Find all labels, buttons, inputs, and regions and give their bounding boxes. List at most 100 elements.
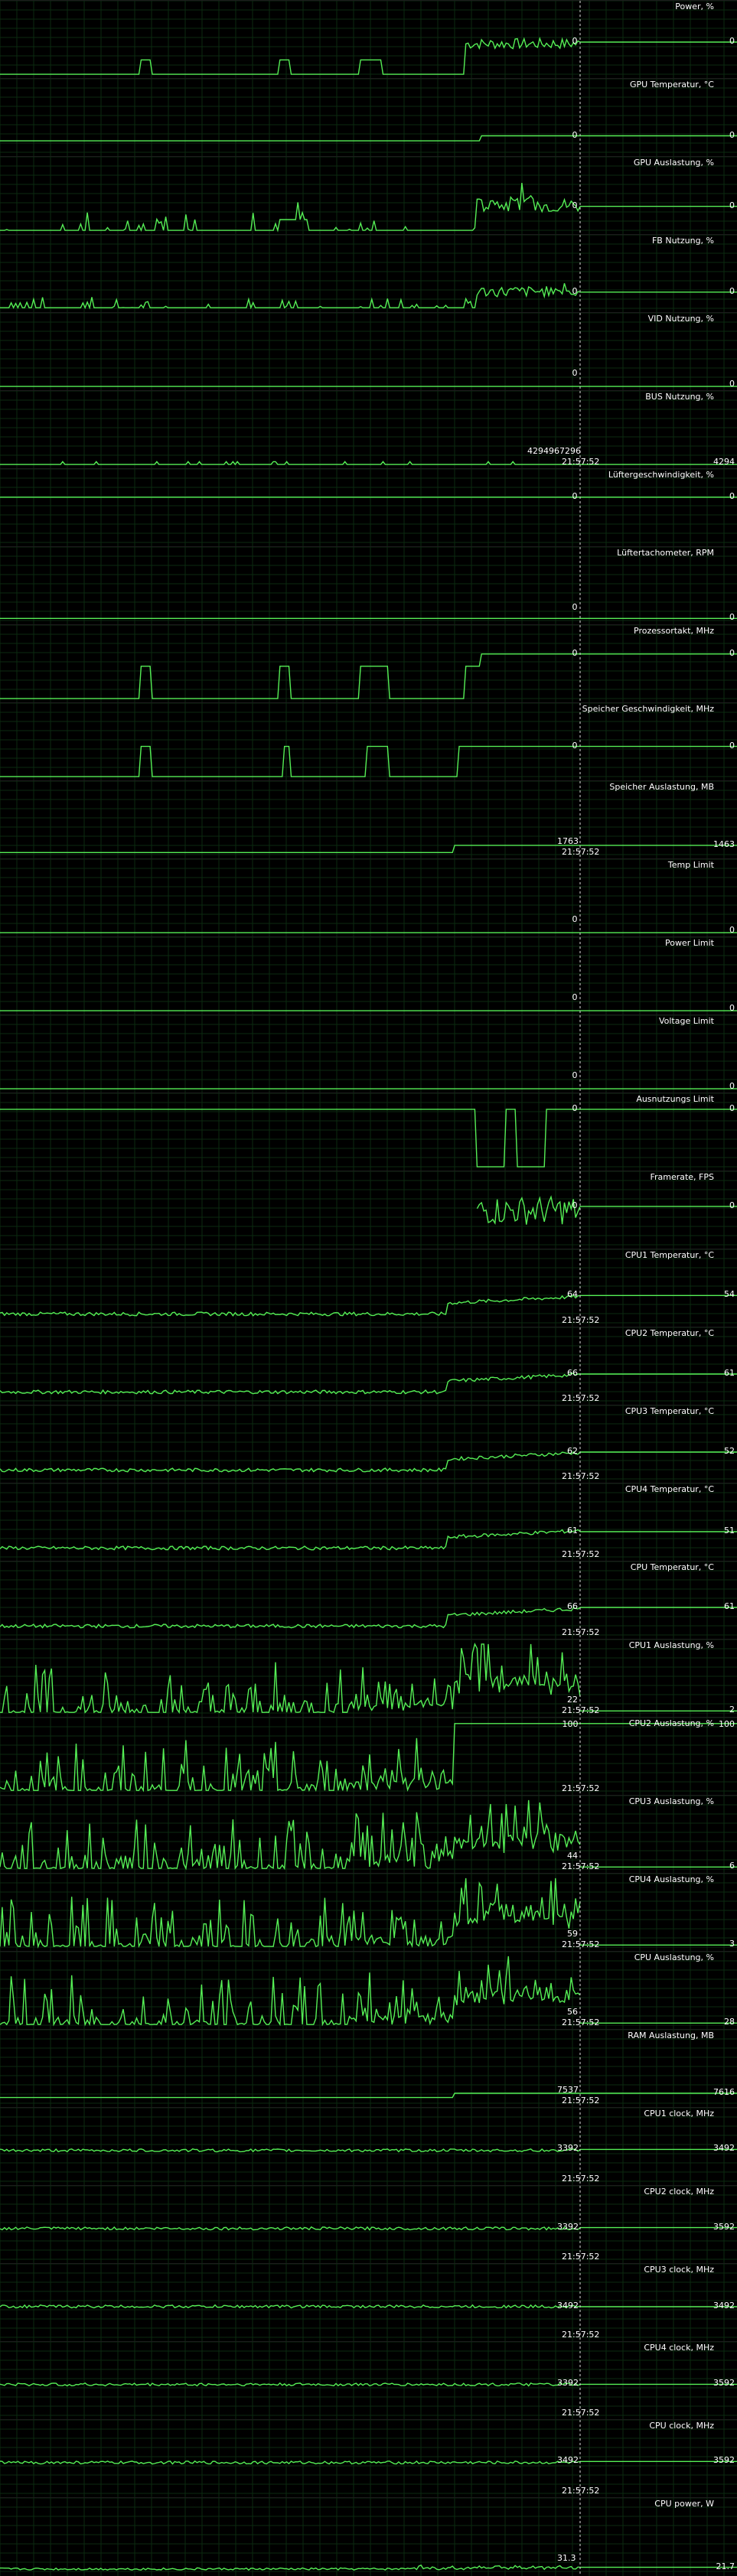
current-value: 6 xyxy=(729,1861,735,1871)
cursor-value: 3392 xyxy=(557,2143,579,2154)
graph-line xyxy=(0,135,580,142)
graph-title: Lüftergeschwindigkeit, % xyxy=(608,470,714,480)
graph-line xyxy=(0,745,580,777)
cursor-value: 0 xyxy=(572,200,578,210)
graph-title: FB Nutzung, % xyxy=(651,236,714,246)
graph-title: CPU power, W xyxy=(654,2499,714,2509)
graph-panel: CPU1 Auslastung, % 22 2 21:57:52 xyxy=(0,1639,737,1718)
cursor-value: 66 xyxy=(567,1368,578,1379)
graph-panel: FB Nutzung, % 0 0 xyxy=(0,234,737,313)
cursor-value: 0 xyxy=(572,36,578,46)
graph-panel: Power, % 0 0 xyxy=(0,0,737,79)
cursor-value: 0 xyxy=(572,602,578,612)
graph-plot xyxy=(0,1171,737,1249)
current-value: 0 xyxy=(729,285,735,296)
current-value: 1463 xyxy=(713,839,735,849)
graph-line xyxy=(0,283,581,310)
graph-line xyxy=(0,653,580,699)
current-value: 52 xyxy=(724,1446,735,1457)
current-value: 54 xyxy=(724,1289,735,1300)
graph-plot xyxy=(0,235,737,313)
cursor-timestamp: 21:57:52 xyxy=(562,2096,600,2105)
graph-panel: CPU4 Auslastung, % 59 3 21:57:52 xyxy=(0,1873,737,1952)
graph-line xyxy=(0,2460,581,2465)
graph-line xyxy=(0,2148,581,2153)
graph-line xyxy=(0,36,581,75)
graph-plot xyxy=(0,1,737,79)
current-value: 4294 xyxy=(713,457,735,467)
graph-title: Ausnutzungs Limit xyxy=(636,1094,714,1104)
cursor-timestamp: 21:57:52 xyxy=(562,2174,600,2184)
graph-line xyxy=(476,1195,581,1226)
cursor-timestamp: 21:57:52 xyxy=(562,1783,600,1793)
cursor-value: 0 xyxy=(572,368,578,378)
current-value: 0 xyxy=(729,1003,735,1013)
graph-panel: Ausnutzungs Limit 0 0 xyxy=(0,1093,737,1171)
graph-line xyxy=(0,1294,581,1317)
graph-title: CPU4 Auslastung, % xyxy=(628,1874,714,1884)
graph-title: CPU3 Temperatur, °C xyxy=(624,1406,714,1416)
current-value: 61 xyxy=(724,1601,735,1611)
graph-title: Speicher Auslastung, MB xyxy=(609,782,714,792)
current-value: 0 xyxy=(729,1102,735,1113)
cursor-value: 0 xyxy=(572,914,578,924)
current-value: 0 xyxy=(729,612,735,623)
graph-panel: Prozessortakt, MHz 0 0 xyxy=(0,624,737,703)
cursor-value: 61 xyxy=(567,1526,578,1536)
current-value: 7616 xyxy=(713,2086,735,2097)
graph-plot xyxy=(0,1093,737,1171)
graph-title: CPU2 Auslastung, % xyxy=(628,1718,714,1728)
graph-line xyxy=(0,1607,581,1629)
graph-panel: CPU Temperatur, °C 66 61 21:57:52 xyxy=(0,1561,737,1640)
graph-plot xyxy=(0,859,737,937)
graph-line xyxy=(0,1723,580,1793)
graph-title: GPU Temperatur, °C xyxy=(629,80,714,90)
current-value: 0 xyxy=(729,925,735,935)
cursor-timestamp: 21:57:52 xyxy=(562,1627,600,1637)
cursor-value: 1763 xyxy=(557,836,579,846)
graph-plot xyxy=(0,2108,737,2186)
cursor-timestamp: 21:57:52 xyxy=(562,1861,600,1871)
cursor-timestamp: 21:57:52 xyxy=(562,1939,600,1949)
graph-title: Temp Limit xyxy=(667,860,714,870)
graph-title: Voltage Limit xyxy=(658,1016,714,1026)
cursor-timestamp: 21:57:52 xyxy=(562,1471,600,1481)
graph-plot xyxy=(0,1405,737,1483)
graph-panel: Power Limit 0 0 xyxy=(0,936,737,1015)
graph-panel: BUS Nutzung, % 4294967296 4294 21:57:52 xyxy=(0,390,737,469)
graph-line xyxy=(0,1373,581,1395)
graph-plot xyxy=(0,547,737,625)
current-value: 100 xyxy=(719,1719,735,1729)
current-value: 28 xyxy=(724,2017,735,2027)
graph-title: VID Nutzung, % xyxy=(647,314,714,324)
graph-line xyxy=(0,2382,581,2387)
current-value: 2 xyxy=(729,1705,735,1715)
graph-line xyxy=(0,461,580,466)
cursor-value: 3492 xyxy=(557,2455,579,2466)
graph-plot xyxy=(0,157,737,235)
graph-panel: CPU1 Temperatur, °C 64 54 21:57:52 xyxy=(0,1249,737,1327)
current-value: 21.7 xyxy=(716,2561,735,2571)
graph-panel: Lüftertachometer, RPM 0 0 xyxy=(0,546,737,625)
cursor-value: 44 xyxy=(567,1851,578,1861)
graph-panel: CPU1 clock, MHz 3392 3492 21:57:52 xyxy=(0,2107,737,2186)
graph-line xyxy=(0,1109,580,1168)
graph-line xyxy=(0,1956,581,2027)
graph-line xyxy=(0,1451,581,1473)
graph-line xyxy=(0,183,581,233)
graph-plot xyxy=(0,1483,737,1562)
graph-plot xyxy=(0,937,737,1015)
graph-plot xyxy=(0,781,737,859)
cursor-value: 64 xyxy=(567,1289,578,1300)
graph-plot xyxy=(0,313,737,391)
graph-panel: Temp Limit 0 0 xyxy=(0,858,737,937)
cursor-timestamp: 21:57:52 xyxy=(562,2252,600,2262)
cursor-value: 3392 xyxy=(557,2378,579,2389)
graph-panel: CPU3 clock, MHz 3492 3492 21:57:52 xyxy=(0,2263,737,2342)
graph-panel: GPU Temperatur, °C 0 0 xyxy=(0,78,737,157)
graph-plot xyxy=(0,1640,737,1718)
graph-plot xyxy=(0,1796,737,1874)
cursor-value: 0 xyxy=(572,1070,578,1080)
cursor-value: 59 xyxy=(567,1929,578,1939)
graph-line xyxy=(0,2226,581,2231)
